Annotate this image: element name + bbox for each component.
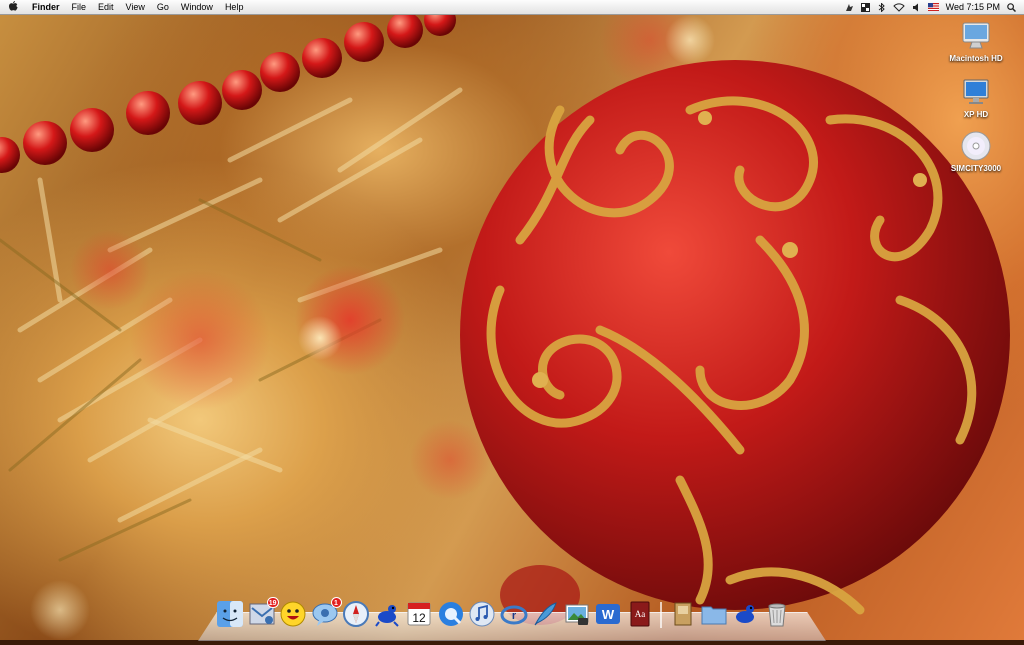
dock-ichat[interactable]: 1 [311, 597, 342, 628]
dock-stack[interactable] [669, 600, 697, 628]
wifi-icon[interactable] [892, 2, 905, 12]
dock-frog-app[interactable] [374, 600, 402, 628]
dock-quill[interactable] [531, 600, 559, 628]
desktop-icon-label: Macintosh HD [949, 54, 1003, 63]
frog-icon [735, 605, 754, 623]
spaces-icon[interactable] [860, 2, 870, 12]
mail-badge: 19 [266, 597, 279, 608]
trash-icon [768, 603, 786, 627]
quicktime-icon [438, 602, 463, 626]
desktop-icon-label: XP HD [963, 110, 989, 119]
quill-icon [534, 602, 557, 626]
status-area: Wed 7:15 PM [845, 1, 1024, 13]
dock-items: 19 1 12 r W Aa [216, 597, 791, 628]
dock-quicktime[interactable] [437, 600, 465, 628]
dock-ical[interactable]: 12 [405, 600, 433, 628]
desktop-icon-label: SIMCITY3000 [950, 164, 1002, 173]
volume-icon[interactable] [912, 3, 921, 12]
dock-yahoo-messenger[interactable] [279, 600, 307, 628]
frog-icon [374, 605, 399, 627]
wallpaper-art [0, 0, 1010, 640]
smiley-icon [280, 601, 306, 627]
photo-icon [565, 604, 588, 625]
menu-bar: Finder File Edit View Go Window Help Wed… [0, 0, 1024, 15]
menu-clock[interactable]: Wed 7:15 PM [946, 2, 1000, 12]
calendar-date: 12 [412, 611, 426, 625]
dock-safari[interactable] [342, 600, 370, 628]
menu-help[interactable]: Help [219, 0, 250, 14]
svg-text:r: r [511, 610, 516, 622]
folder-icon [701, 606, 727, 625]
menu-view[interactable]: View [120, 0, 151, 14]
desktop-icon-simcity3000[interactable]: SIMCITY3000 [941, 130, 1011, 173]
itunes-icon [469, 601, 495, 627]
dock: 19 1 12 r W Aa [198, 597, 826, 641]
dock-dictionary[interactable]: Aa [626, 600, 654, 628]
cd-icon [961, 131, 991, 161]
dock-app-r[interactable]: r [500, 600, 528, 628]
desktop-wallpaper [0, 0, 1024, 640]
bluetooth-icon[interactable] [877, 1, 886, 13]
menu-window[interactable]: Window [175, 0, 219, 14]
stack-icon [674, 602, 691, 626]
word-icon: W [596, 604, 620, 624]
spotlight-icon[interactable] [1007, 2, 1017, 12]
compass-icon [343, 601, 369, 627]
apple-menu-icon[interactable] [0, 0, 26, 14]
dock-iphoto[interactable] [563, 600, 591, 628]
svg-text:W: W [602, 607, 615, 622]
dock-mail[interactable]: 19 [248, 597, 279, 628]
script-menu-icon[interactable] [845, 3, 854, 12]
dock-documents-folder[interactable] [700, 600, 728, 628]
dock-itunes[interactable] [468, 600, 496, 628]
svg-text:Aa: Aa [634, 609, 645, 619]
calendar-icon: 12 [407, 602, 431, 626]
us-flag-input-icon[interactable] [927, 2, 939, 12]
dock-finder[interactable] [216, 600, 244, 628]
imac-drive-icon [962, 22, 990, 49]
desktop-icon-macintosh-hd[interactable]: Macintosh HD [941, 20, 1011, 63]
monitor-drive-icon [963, 79, 989, 104]
desktop-icon-xp-hd[interactable]: XP HD [941, 76, 1011, 119]
dock-trash[interactable] [763, 600, 791, 628]
dock-frog-stack[interactable] [732, 600, 760, 628]
dock-word[interactable]: W [594, 600, 622, 628]
app-menu-finder[interactable]: Finder [26, 0, 66, 14]
menu-file[interactable]: File [66, 0, 93, 14]
menu-go[interactable]: Go [151, 0, 175, 14]
ichat-badge: 1 [330, 597, 342, 608]
menu-edit[interactable]: Edit [92, 0, 120, 14]
r-app-icon: r [500, 605, 527, 625]
dock-separator [660, 602, 662, 628]
dictionary-icon: Aa [630, 601, 649, 627]
finder-icon [217, 601, 243, 627]
